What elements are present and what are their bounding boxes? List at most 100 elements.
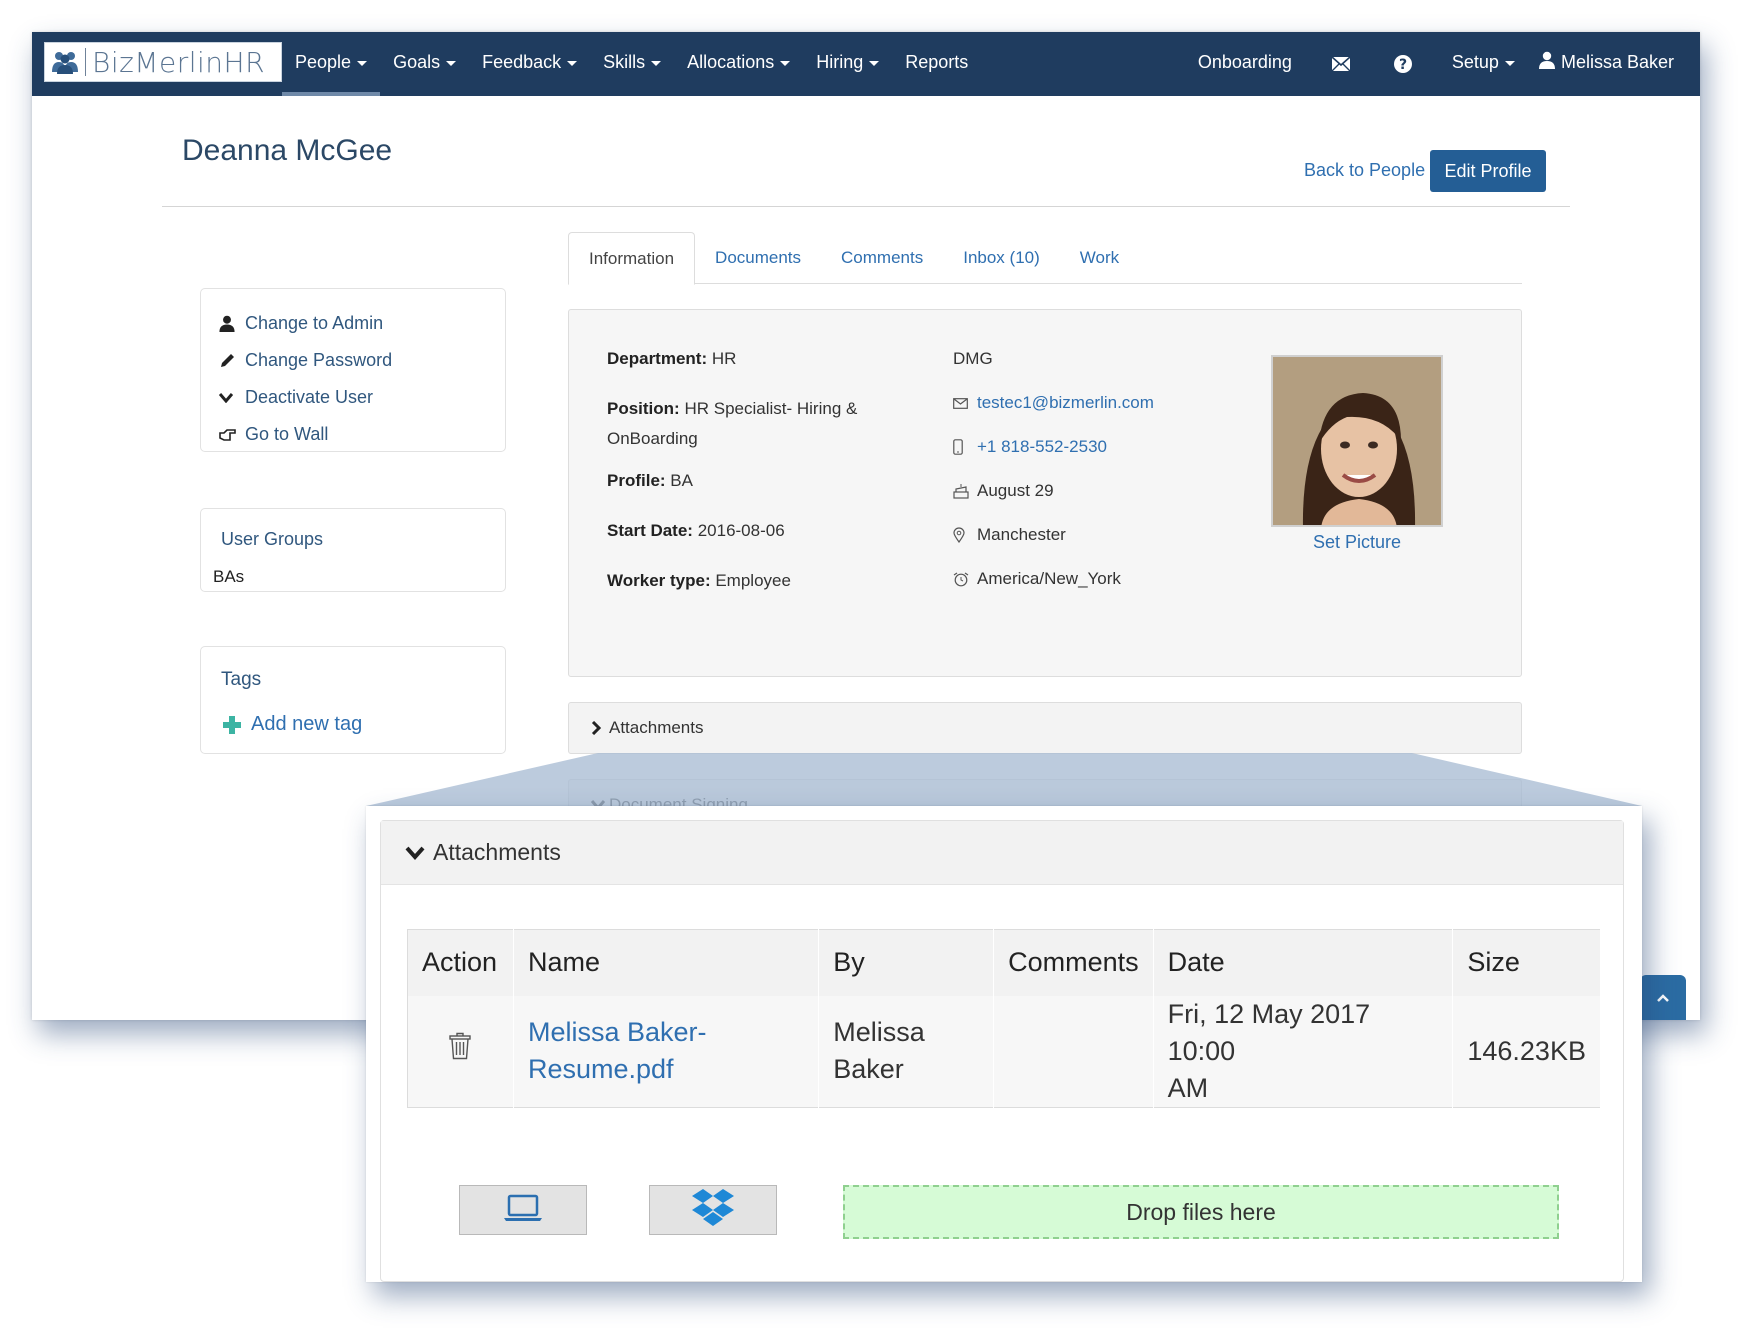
nav-hiring[interactable]: Hiring [803, 32, 892, 96]
people-group-icon [45, 42, 85, 82]
position-field: Position: HR Specialist- Hiring & OnBoar… [607, 394, 877, 454]
column-header: Size [1452, 929, 1601, 996]
tab-documents[interactable]: Documents [695, 232, 821, 284]
add-tag-label: Add new tag [251, 713, 363, 735]
page-title: Deanna McGee [182, 134, 393, 167]
profile-photo [1271, 355, 1443, 527]
go-to-wall-action[interactable]: Go to Wall [219, 416, 487, 453]
profile-tabs: Information Documents Comments Inbox (10… [568, 232, 1522, 285]
location-field: Manchester [953, 520, 1066, 550]
nav-reports[interactable]: Reports [892, 32, 981, 96]
logo-divider [85, 48, 86, 76]
table-header-row: Action Name By Comments Date Size [407, 929, 1601, 996]
table-row: Melissa Baker- Resume.pdf Melissa Baker … [407, 995, 1601, 1107]
main-nav: People Goals Feedback Skills Allocations… [282, 32, 981, 96]
caret-down-icon [446, 60, 457, 66]
tags-title: Tags [221, 669, 262, 690]
change-password-action[interactable]: Change Password [219, 342, 487, 379]
upload-from-dropbox-button[interactable] [649, 1185, 777, 1235]
uploaded-by-line: Baker [833, 1054, 904, 1084]
company-value: DMG [953, 349, 993, 368]
uploaded-by-cell: Melissa Baker [818, 995, 995, 1107]
file-drop-zone[interactable]: Drop files here [843, 1185, 1559, 1239]
app-logo[interactable]: BizMerlinHR [44, 42, 282, 82]
file-name-line: Resume.pdf [527, 1054, 674, 1084]
nav-setup-label: Setup [1451, 52, 1499, 72]
tab-information[interactable]: Information [568, 232, 696, 285]
edit-profile-button[interactable]: Edit Profile [1430, 150, 1546, 192]
email-link[interactable]: testec1@bizmerlin.com [953, 388, 1154, 418]
nav-right: Onboarding ? Setup Melissa Baker [1180, 32, 1692, 96]
deactivate-user-action[interactable]: Deactivate User [219, 379, 487, 416]
attachments-panel: Attachments Action Name By Comments Date… [380, 820, 1624, 1282]
envelope-icon [953, 397, 977, 409]
tab-comments[interactable]: Comments [821, 232, 943, 284]
department-label: Department: [607, 349, 708, 368]
alarm-clock-icon [953, 572, 977, 587]
nav-hiring-label: Hiring [816, 52, 864, 72]
action-cell [407, 995, 514, 1107]
timezone-text: America/New_York [977, 569, 1121, 588]
attachments-header[interactable]: Attachments [381, 821, 1623, 885]
action-label: Change Password [245, 350, 393, 370]
user-icon [219, 315, 245, 332]
birthday-cake-icon [953, 483, 977, 499]
nav-people[interactable]: People [282, 32, 381, 96]
user-groups-panel: User Groups BAs [200, 508, 506, 592]
phone-link[interactable]: +1 818-552-2530 [953, 432, 1107, 462]
nav-skills[interactable]: Skills [590, 32, 674, 96]
email-text: testec1@bizmerlin.com [977, 393, 1154, 412]
position-label: Position: [607, 399, 680, 418]
nav-feedback[interactable]: Feedback [469, 32, 590, 96]
nav-onboarding[interactable]: Onboarding [1180, 32, 1310, 96]
phone-text: +1 818-552-2530 [977, 437, 1107, 456]
start-date-field: Start Date: 2016-08-06 [607, 516, 877, 546]
start-date-value: 2016-08-06 [697, 521, 785, 540]
mobile-phone-icon [953, 439, 977, 455]
back-to-people-link[interactable]: Back to People [1304, 160, 1425, 181]
tab-inbox[interactable]: Inbox (10) [943, 232, 1060, 284]
worker-type-value: Employee [715, 571, 791, 590]
user-group-value: BAs [213, 567, 245, 586]
trash-icon[interactable] [449, 1032, 472, 1070]
attachments-table: Action Name By Comments Date Size Meliss… [407, 929, 1601, 1108]
caret-down-icon [780, 60, 791, 66]
chevron-up-icon [1656, 990, 1670, 1008]
file-name-line: Melissa Baker- [527, 1017, 707, 1047]
column-header: Name [513, 929, 820, 996]
worker-type-field: Worker type: Employee [607, 566, 877, 596]
current-user-name: Melissa Baker [1560, 52, 1674, 72]
user-icon [1538, 33, 1555, 93]
add-new-tag-link[interactable]: Add new tag [223, 713, 362, 736]
envelope-icon[interactable] [1328, 32, 1354, 96]
action-label: Change to Admin [245, 313, 384, 333]
chevron-right-icon [591, 721, 609, 735]
caret-down-icon [357, 60, 368, 66]
attachments-section-toggle[interactable]: Attachments [568, 702, 1522, 754]
timezone-field: America/New_York [953, 564, 1121, 594]
birthday-text: August 29 [977, 481, 1054, 500]
profile-field: Profile: BA [607, 466, 877, 496]
nav-goals[interactable]: Goals [380, 32, 469, 96]
scroll-to-top-button[interactable] [1640, 975, 1686, 1020]
caret-down-icon [651, 60, 662, 66]
nav-user-menu[interactable]: Melissa Baker [1533, 32, 1692, 96]
nav-setup[interactable]: Setup [1434, 32, 1533, 96]
change-to-admin-action[interactable]: Change to Admin [219, 305, 487, 342]
attachments-title: Attachments [433, 839, 561, 865]
action-label: Deactivate User [245, 387, 374, 407]
pencil-icon [219, 353, 245, 369]
set-picture-link[interactable]: Set Picture [1271, 532, 1443, 553]
nav-reports-label: Reports [905, 52, 969, 72]
nav-skills-label: Skills [603, 52, 646, 72]
action-label: Go to Wall [245, 424, 329, 444]
map-marker-icon [953, 527, 977, 543]
nav-allocations-label: Allocations [687, 52, 775, 72]
nav-allocations[interactable]: Allocations [674, 32, 803, 96]
tab-work[interactable]: Work [1060, 232, 1139, 284]
profile-actions-panel: Change to Admin Change Password Deactiva… [200, 288, 506, 452]
upload-from-computer-button[interactable] [459, 1185, 587, 1235]
file-name-link[interactable]: Melissa Baker- Resume.pdf [513, 995, 820, 1107]
question-circle-icon[interactable]: ? [1390, 32, 1416, 96]
user-groups-title: User Groups [221, 529, 324, 549]
